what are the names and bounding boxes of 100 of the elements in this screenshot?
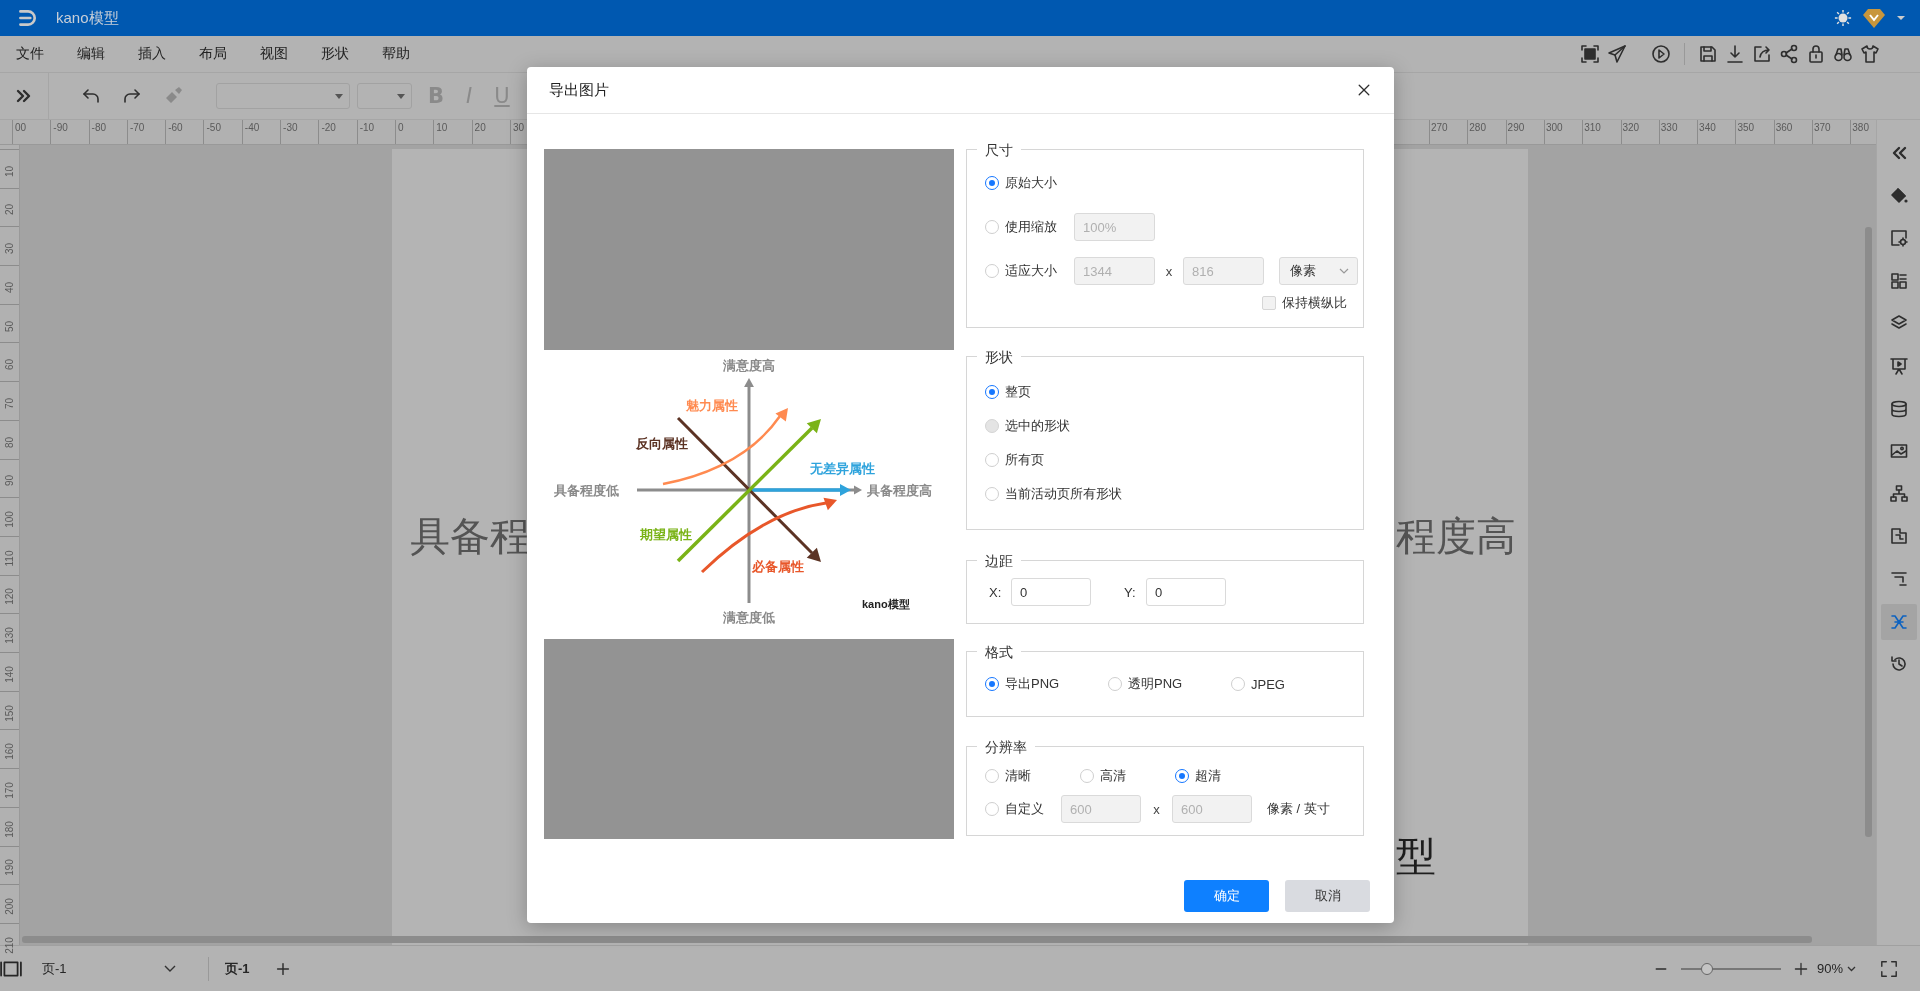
menu-item[interactable]: 帮助: [382, 45, 410, 63]
option-label[interactable]: 清晰: [1005, 767, 1031, 785]
ruler-number: 120: [3, 587, 15, 608]
menu-item[interactable]: 插入: [138, 45, 166, 63]
chevron-icon: [1339, 268, 1349, 274]
ruler-number: 350: [1737, 122, 1755, 133]
fullscreen-icon[interactable]: [1880, 959, 1898, 978]
download-icon[interactable]: [1725, 44, 1745, 64]
presentation-icon: [1888, 355, 1909, 376]
menu-item[interactable]: 文件: [16, 45, 44, 63]
input-field[interactable]: 0: [1011, 578, 1091, 606]
save-icon[interactable]: [1698, 44, 1718, 64]
zoom-slider-thumb[interactable]: [1700, 962, 1713, 975]
app-title: kano模型: [56, 8, 119, 28]
canvas-text[interactable]: 具备程: [410, 509, 530, 564]
radio-button[interactable]: [985, 176, 999, 190]
option-label[interactable]: 所有页: [1005, 451, 1044, 469]
option-label[interactable]: 导出PNG: [1005, 675, 1060, 693]
radio-button[interactable]: [1175, 769, 1189, 783]
option-label[interactable]: 整页: [1005, 383, 1031, 401]
diagram-label: 无差异属性: [810, 460, 875, 476]
diagram-label: 反向属性: [636, 435, 688, 451]
option-label[interactable]: 透明PNG: [1128, 675, 1183, 693]
option-label[interactable]: 自定义: [1005, 800, 1044, 818]
ruler-number: -10: [359, 122, 375, 133]
share-icon[interactable]: [1779, 44, 1799, 64]
ruler-number: 40: [3, 280, 15, 295]
ruler-number: 00: [15, 122, 27, 133]
ruler-number: -30: [283, 122, 298, 133]
input-field[interactable]: 0: [1146, 578, 1226, 606]
ruler-number: 180: [3, 819, 15, 840]
page-tab[interactable]: 页-1: [225, 955, 250, 982]
gear-icon: [1888, 228, 1909, 249]
confirm-button[interactable]: 确定: [1184, 880, 1269, 912]
export-icon[interactable]: [1752, 44, 1772, 64]
ruler-number: 310: [1584, 122, 1601, 133]
ruler-number: 30: [3, 242, 15, 257]
checkbox-label[interactable]: 保持横纵比: [1282, 294, 1347, 312]
zoom-select[interactable]: 90%: [1816, 961, 1856, 976]
radio-button[interactable]: [985, 385, 999, 399]
unit-text: 像素 / 英寸: [1267, 800, 1330, 818]
ruler-number: 110: [3, 549, 15, 569]
scrollbar[interactable]: [22, 936, 1812, 943]
ruler-number: 270: [1431, 122, 1448, 133]
canvas-text[interactable]: 型: [1396, 829, 1436, 884]
page-select[interactable]: 页-1: [42, 959, 176, 978]
option-label[interactable]: 高清: [1100, 767, 1126, 785]
ruler-number: 140: [3, 664, 15, 685]
shirt-icon[interactable]: [1860, 44, 1880, 64]
dialog-title: 导出图片: [549, 80, 610, 100]
ruler-number: 60: [3, 358, 15, 373]
canvas-text[interactable]: 程度高: [1396, 509, 1516, 564]
checkbox[interactable]: [1262, 296, 1276, 310]
diagram-label: 具备程度低: [554, 482, 619, 498]
ruler-number: 340: [1699, 122, 1716, 133]
menu-item[interactable]: 编辑: [77, 45, 105, 63]
radio-button[interactable]: [985, 677, 999, 691]
ruler-number: -60: [168, 122, 183, 133]
sun-icon[interactable]: [1834, 9, 1852, 27]
play-icon[interactable]: [1651, 44, 1671, 64]
menu-item[interactable]: 视图: [260, 45, 288, 63]
menu-item[interactable]: 形状: [321, 45, 349, 63]
ruler-number: 130: [3, 626, 15, 646]
option-label[interactable]: 当前活动页所有形状: [1005, 485, 1122, 503]
undo-icon[interactable]: [81, 86, 101, 106]
option-label[interactable]: 适应大小: [1005, 262, 1057, 280]
ruler-number: 160: [3, 742, 15, 763]
ruler-number: -40: [244, 122, 260, 133]
menu-item[interactable]: 布局: [199, 45, 227, 63]
ruler-number: 170: [3, 781, 15, 801]
diagram-label: 具备程度高: [867, 482, 932, 498]
section-legend: 分辨率: [977, 737, 1035, 757]
ruler-number: 190: [3, 858, 15, 879]
plus-icon[interactable]: [1792, 960, 1809, 977]
separator-text: x: [1152, 801, 1161, 817]
unit-select[interactable]: 像素: [1279, 257, 1358, 285]
send-icon[interactable]: [1607, 44, 1627, 64]
ruler-number: -90: [53, 122, 68, 133]
diagram-label: 魅力属性: [686, 397, 738, 413]
lock-icon[interactable]: [1806, 44, 1826, 64]
option-label[interactable]: JPEG: [1251, 676, 1285, 692]
ruler-number: 90: [3, 474, 15, 489]
ruler-number: 200: [3, 897, 15, 917]
logo-icon[interactable]: [16, 7, 38, 29]
option-label[interactable]: 使用缩放: [1005, 218, 1057, 236]
org-chart-icon: [1888, 483, 1909, 504]
ruler-number: 20: [474, 122, 486, 133]
diagram-label: 满意度低: [723, 609, 775, 625]
ruler-number: 360: [1775, 122, 1793, 133]
diamond-icon[interactable]: [1862, 7, 1886, 29]
cancel-button[interactable]: 取消: [1285, 880, 1370, 912]
caret-icon[interactable]: [1896, 15, 1906, 21]
ruler-number: -50: [206, 122, 221, 133]
chevron-icon: [1847, 965, 1856, 972]
fullscreen-icon[interactable]: [1580, 44, 1600, 64]
ruler-number: 70: [3, 396, 15, 411]
option-label[interactable]: 超清: [1195, 767, 1221, 785]
close-icon[interactable]: [1356, 82, 1372, 98]
option-label[interactable]: 原始大小: [1005, 174, 1057, 192]
redo-icon[interactable]: [122, 86, 142, 106]
